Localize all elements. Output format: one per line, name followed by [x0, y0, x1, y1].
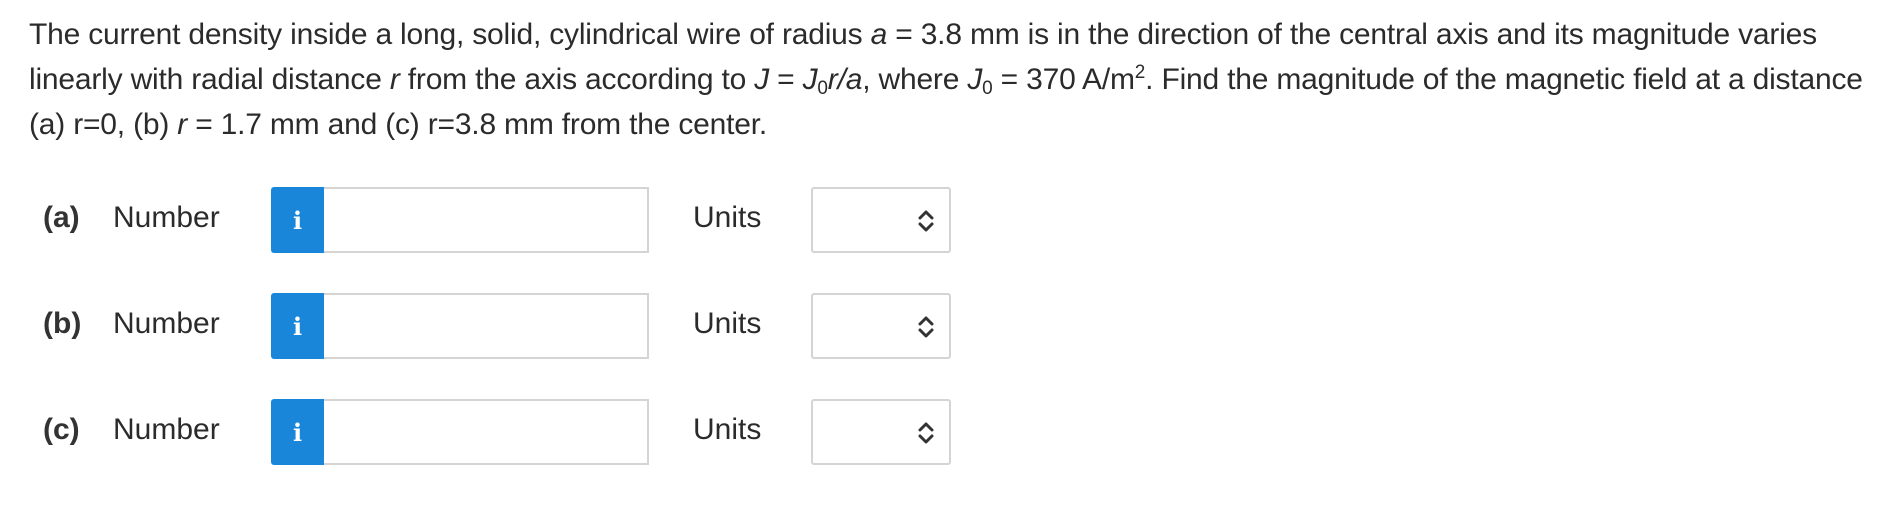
- units-label: Units: [693, 413, 762, 446]
- variable-r: r: [177, 108, 188, 141]
- info-icon: i: [292, 205, 303, 235]
- number-input[interactable]: [324, 293, 649, 359]
- variable-j: J: [754, 63, 770, 96]
- number-input[interactable]: [324, 187, 649, 253]
- units-select[interactable]: [811, 293, 951, 359]
- part-label: (a): [43, 201, 80, 234]
- variable-r: r: [389, 63, 400, 96]
- question-text-segment: The current density inside a long, solid…: [29, 18, 871, 51]
- superscript-two: 2: [1134, 62, 1146, 83]
- chevron-updown-icon: [918, 316, 934, 338]
- question-text-segment: =: [769, 63, 803, 96]
- answer-row-c: (c) Number i Units: [0, 399, 1000, 465]
- number-label: Number: [113, 413, 220, 446]
- units-select[interactable]: [811, 187, 951, 253]
- info-icon: i: [292, 311, 303, 341]
- number-input[interactable]: [324, 399, 649, 465]
- info-button[interactable]: i: [271, 293, 324, 359]
- info-icon: i: [292, 417, 303, 447]
- subscript-zero: 0: [817, 78, 828, 99]
- info-button[interactable]: i: [271, 399, 324, 465]
- chevron-updown-icon: [918, 422, 934, 444]
- question-text-segment: = 370 A/m: [992, 63, 1135, 96]
- answer-row-a: (a) Number i Units: [0, 187, 1000, 253]
- info-button[interactable]: i: [271, 187, 324, 253]
- units-label: Units: [693, 307, 762, 340]
- part-label: (c): [43, 413, 80, 446]
- units-select[interactable]: [811, 399, 951, 465]
- number-label: Number: [113, 201, 220, 234]
- answer-row-b: (b) Number i Units: [0, 293, 1000, 359]
- subscript-zero: 0: [982, 78, 993, 99]
- variable-r-over-a: r/a: [827, 63, 863, 96]
- question-text: The current density inside a long, solid…: [29, 12, 1874, 147]
- question-text-segment: , where: [862, 63, 968, 96]
- variable-a: a: [870, 18, 888, 51]
- variable-j0: J: [802, 63, 818, 96]
- question-text-segment: from the axis according to: [399, 63, 755, 96]
- question-text-segment: = 1.7 mm and (c) r=3.8 mm from the cente…: [187, 108, 768, 141]
- number-label: Number: [113, 307, 220, 340]
- variable-j0: J: [967, 63, 983, 96]
- part-label: (b): [43, 307, 82, 340]
- chevron-updown-icon: [918, 210, 934, 232]
- units-label: Units: [693, 201, 762, 234]
